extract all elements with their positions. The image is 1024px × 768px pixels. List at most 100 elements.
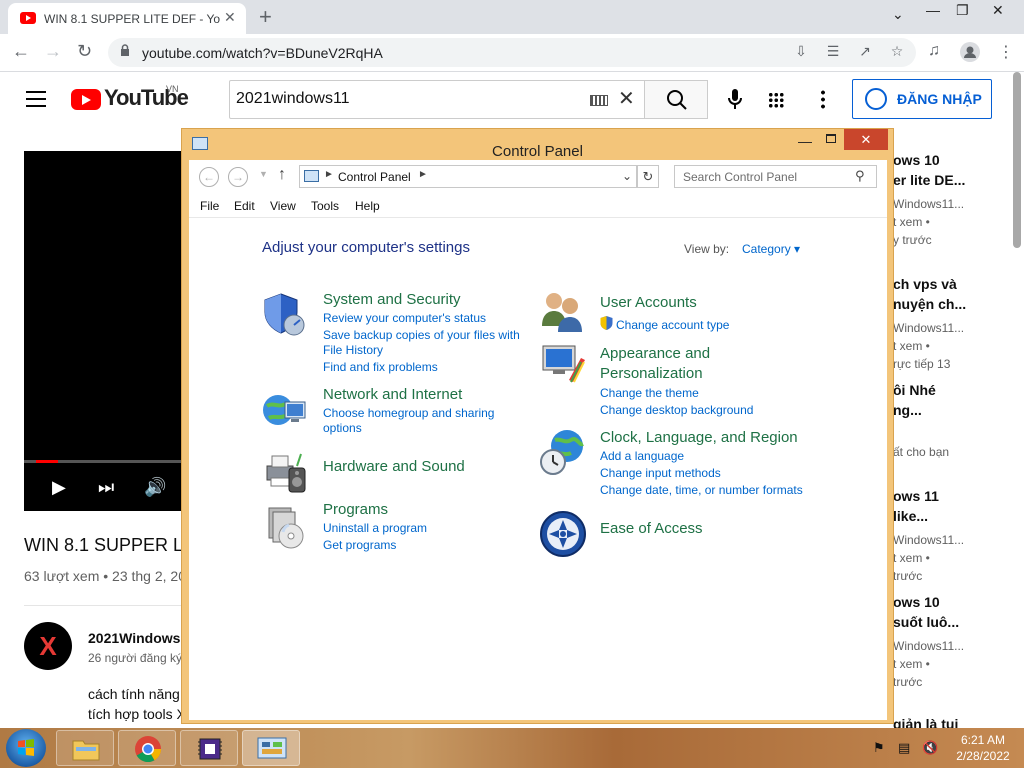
cp-back-icon[interactable]: ←: [199, 167, 219, 187]
translate-icon[interactable]: ☰: [824, 43, 842, 61]
file-history-link[interactable]: Save backup copies of your files with: [323, 328, 520, 342]
sign-in-button[interactable]: ĐĂNG NHẬP: [852, 79, 992, 119]
rec-title[interactable]: ng...: [893, 402, 1011, 418]
profile-avatar-icon[interactable]: [960, 42, 980, 62]
tab-youtube[interactable]: WIN 8.1 SUPPER LITE DEF - YouTube ✕: [8, 3, 246, 34]
share-icon[interactable]: ↗: [856, 43, 874, 61]
play-icon[interactable]: ▶: [52, 477, 66, 498]
rec-title[interactable]: ows 10: [893, 152, 1011, 168]
youtube-logo-icon[interactable]: [71, 89, 101, 110]
clear-search-icon[interactable]: ✕: [618, 86, 635, 111]
recent-locations-icon[interactable]: ▼: [259, 169, 268, 179]
video-progress-bar[interactable]: [24, 460, 184, 463]
file-history-link-line2[interactable]: File History: [323, 343, 383, 357]
breadcrumb-item[interactable]: Control Panel: [338, 170, 411, 184]
appearance-icon[interactable]: [539, 340, 587, 388]
install-icon[interactable]: ⇩: [792, 43, 810, 61]
taskbar-explorer[interactable]: [56, 730, 114, 766]
address-dropdown-icon[interactable]: ⌄: [622, 169, 632, 183]
up-arrow-icon[interactable]: ↑: [278, 166, 286, 184]
refresh-icon[interactable]: ↻: [637, 165, 659, 188]
network-internet-link[interactable]: Network and Internet: [323, 386, 462, 403]
rec-title[interactable]: nuyện ch...: [893, 296, 1011, 312]
ease-of-access-link[interactable]: Ease of Access: [600, 520, 703, 537]
rec-title[interactable]: like...: [893, 508, 1011, 524]
cp-search-input[interactable]: Search Control Panel ⚲: [674, 165, 877, 188]
menu-tools[interactable]: Tools: [311, 199, 339, 213]
close-window-button[interactable]: ✕: [992, 2, 1004, 19]
action-center-flag-icon[interactable]: ⚑: [873, 740, 885, 756]
change-input-methods-link[interactable]: Change input methods: [600, 466, 721, 480]
forward-arrow-icon[interactable]: →: [44, 41, 62, 62]
minimize-button[interactable]: —: [926, 2, 940, 18]
breadcrumb[interactable]: ► Control Panel ► ⌄: [299, 165, 637, 188]
view-by-dropdown[interactable]: Category ▾: [742, 242, 800, 256]
cp-maximize-button[interactable]: [826, 134, 836, 143]
video-player[interactable]: ▶ ⏭ 🔊: [24, 151, 184, 511]
appearance-link[interactable]: Appearance and: [600, 345, 710, 362]
chrome-menu-icon[interactable]: ⋮: [998, 42, 1014, 62]
uninstall-program-link[interactable]: Uninstall a program: [323, 521, 427, 535]
taskbar-control-panel[interactable]: [242, 730, 300, 766]
menu-help[interactable]: Help: [355, 199, 380, 213]
rec-title[interactable]: suốt luô...: [893, 614, 1011, 630]
reload-icon[interactable]: ↻: [77, 41, 92, 62]
menu-icon[interactable]: [26, 91, 46, 107]
more-options-icon[interactable]: [821, 89, 825, 109]
ease-of-access-icon[interactable]: [539, 510, 587, 558]
media-control-icon[interactable]: ♫: [928, 42, 940, 60]
programs-icon[interactable]: [261, 502, 309, 550]
breadcrumb-chevron-icon[interactable]: ►: [324, 169, 334, 180]
clock-region-link[interactable]: Clock, Language, and Region: [600, 429, 798, 446]
start-button[interactable]: [6, 729, 46, 767]
search-icon[interactable]: ⚲: [855, 168, 865, 184]
search-value[interactable]: 2021windows11: [236, 90, 350, 108]
menu-file[interactable]: File: [200, 199, 219, 213]
review-status-link[interactable]: Review your computer's status: [323, 311, 486, 325]
get-programs-link[interactable]: Get programs: [323, 538, 396, 552]
bookmark-star-icon[interactable]: ☆: [888, 43, 906, 61]
next-icon[interactable]: ⏭: [98, 477, 114, 498]
cp-forward-icon[interactable]: →: [228, 167, 248, 187]
search-input[interactable]: 2021windows11 ✕: [229, 80, 645, 119]
taskbar-cpu-app[interactable]: [180, 730, 238, 766]
rec-title[interactable]: ch vps và: [893, 276, 1011, 292]
programs-link[interactable]: Programs: [323, 501, 388, 518]
printer-speaker-icon[interactable]: [261, 448, 309, 496]
page-scrollbar[interactable]: [1013, 72, 1021, 248]
network-tray-icon[interactable]: ▤: [898, 740, 910, 756]
restore-button[interactable]: ❐: [956, 2, 969, 19]
user-accounts-icon[interactable]: [539, 288, 587, 336]
rec-title[interactable]: ows 10: [893, 594, 1011, 610]
omnibox[interactable]: youtube.com/watch?v=BDuneV2RqHA ⇩ ☰ ↗ ☆: [108, 38, 916, 67]
new-tab-button[interactable]: +: [259, 4, 272, 30]
apps-grid-icon[interactable]: [768, 92, 784, 108]
tab-search-icon[interactable]: ⌄: [892, 6, 904, 23]
system-security-link[interactable]: System and Security: [323, 291, 461, 308]
homegroup-link[interactable]: Choose homegroup and sharing: [323, 406, 494, 420]
microphone-icon[interactable]: [728, 89, 742, 109]
rec-title[interactable]: er lite DE...: [893, 172, 1011, 188]
menu-edit[interactable]: Edit: [234, 199, 255, 213]
user-accounts-link[interactable]: User Accounts: [600, 294, 697, 311]
change-background-link[interactable]: Change desktop background: [600, 403, 753, 417]
find-fix-problems-link[interactable]: Find and fix problems: [323, 360, 438, 374]
hardware-sound-link[interactable]: Hardware and Sound: [323, 458, 465, 475]
cp-minimize-button[interactable]: —: [798, 133, 812, 149]
search-button[interactable]: [644, 80, 708, 119]
keyboard-icon[interactable]: [590, 95, 608, 106]
change-date-time-link[interactable]: Change date, time, or number formats: [600, 483, 803, 497]
cp-close-button[interactable]: ✕: [844, 129, 888, 150]
breadcrumb-chevron-icon[interactable]: ►: [418, 169, 428, 180]
volume-icon[interactable]: 🔊: [144, 477, 166, 498]
volume-muted-icon[interactable]: 🔇: [922, 740, 938, 756]
homegroup-link-line2[interactable]: options: [323, 421, 362, 435]
network-globe-icon[interactable]: [261, 388, 309, 436]
clock-globe-icon[interactable]: [539, 428, 587, 476]
shield-icon[interactable]: [261, 290, 309, 338]
back-arrow-icon[interactable]: ←: [12, 41, 30, 62]
appearance-link-line2[interactable]: Personalization: [600, 365, 703, 382]
system-clock[interactable]: 6:21 AM 2/28/2022: [952, 732, 1014, 764]
url-text[interactable]: youtube.com/watch?v=BDuneV2RqHA: [142, 45, 383, 61]
channel-avatar[interactable]: X: [24, 622, 72, 670]
